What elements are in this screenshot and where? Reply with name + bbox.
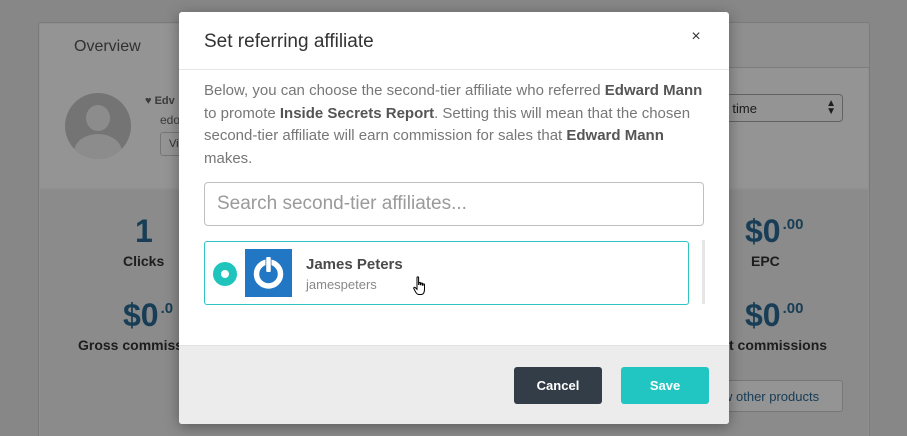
affiliate-username: jamespeters bbox=[306, 277, 377, 292]
close-icon[interactable]: × bbox=[685, 26, 707, 48]
power-logo-icon bbox=[245, 249, 292, 297]
hand-pointer-cursor-icon bbox=[413, 276, 425, 295]
list-scrollbar[interactable] bbox=[702, 240, 705, 304]
save-button[interactable]: Save bbox=[621, 367, 709, 404]
modal-description: Below, you can choose the second-tier af… bbox=[204, 82, 703, 167]
header-divider bbox=[179, 69, 729, 70]
modal-footer: Cancel Save bbox=[179, 345, 729, 424]
search-affiliates-input[interactable] bbox=[204, 182, 704, 226]
affiliate-name: James Peters bbox=[306, 256, 403, 273]
affiliate-list-item[interactable]: James Peters jamespeters bbox=[204, 241, 689, 305]
cancel-button[interactable]: Cancel bbox=[514, 367, 602, 404]
modal-title: Set referring affiliate bbox=[204, 31, 374, 52]
set-referring-affiliate-modal: Set referring affiliate × Below, you can… bbox=[179, 12, 729, 424]
radio-selected-icon[interactable] bbox=[213, 262, 237, 286]
